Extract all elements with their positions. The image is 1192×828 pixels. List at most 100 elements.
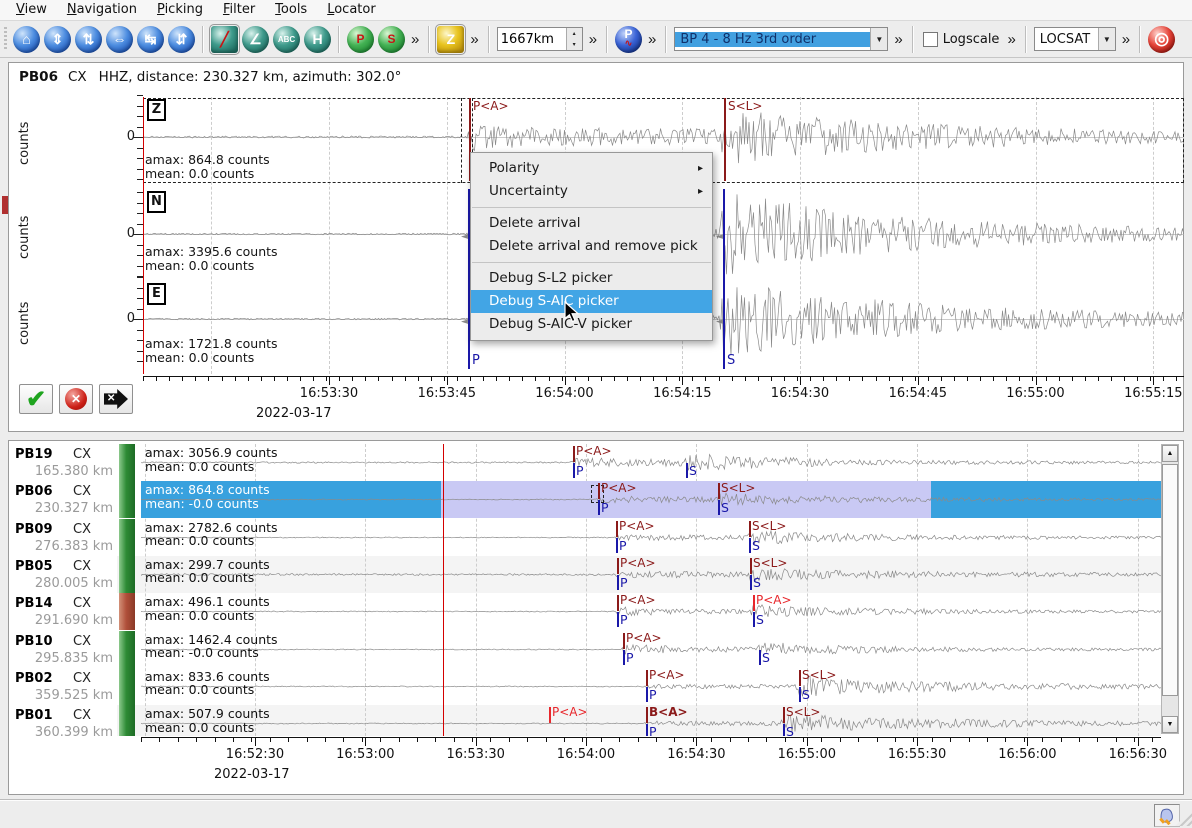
fit-horizontal-icon[interactable]: ⇔ [106, 26, 133, 53]
menu-item-uncertainty[interactable]: Uncertainty▸ [471, 180, 712, 203]
trace-zone[interactable]: amax: 1462.4 countsmean: -0.0 counts P<A… [141, 631, 1161, 668]
accept-pick-button[interactable]: ✔ [19, 384, 53, 414]
pick-line[interactable] [718, 483, 720, 499]
time-window-icon[interactable]: H [304, 26, 331, 53]
arrival-line[interactable] [616, 538, 618, 553]
menu-item-debug-s-aic-v-picker[interactable]: Debug S-AIC-V picker [471, 313, 712, 336]
home-icon[interactable]: ⌂ [13, 26, 40, 53]
spin-up-icon[interactable]: ▴ [567, 28, 582, 39]
filter-dropdown-arrow-icon[interactable]: ▼ [870, 28, 887, 50]
arrival-line[interactable] [750, 575, 752, 590]
pick-line[interactable] [749, 521, 751, 537]
pick-line[interactable] [549, 707, 551, 723]
pick-s-line[interactable] [724, 98, 726, 181]
arrival-line[interactable] [799, 687, 801, 702]
arrival-line[interactable] [686, 463, 688, 478]
angle-icon[interactable]: ∠ [242, 26, 269, 53]
arrival-line[interactable] [718, 500, 720, 515]
arrival-line[interactable] [617, 612, 619, 627]
pick-line[interactable] [617, 558, 619, 574]
menu-item-polarity[interactable]: Polarity▸ [471, 157, 712, 180]
arrival-line[interactable] [759, 650, 761, 665]
menu-locator[interactable]: Locator [317, 1, 385, 19]
station-row-pb05[interactable]: PB05CX 280.005 km amax: 299.7 countsmean… [9, 556, 1161, 593]
pick-line[interactable] [623, 633, 625, 649]
scroll-up-icon[interactable]: ▲ [1162, 445, 1178, 462]
collapse-horizontal-icon[interactable]: ↹ [137, 26, 164, 53]
component-badge-e[interactable]: E [147, 283, 166, 305]
toolbar-overflow-chevron[interactable]: » [1005, 32, 1017, 47]
arrival-s-line[interactable] [723, 189, 725, 369]
menu-picking[interactable]: Picking [147, 1, 213, 19]
arrival-line[interactable] [749, 538, 751, 553]
menu-filter[interactable]: Filter [213, 1, 265, 19]
zoom-window-edge[interactable] [461, 98, 462, 183]
pick-line[interactable] [598, 483, 600, 499]
station-row-pb06-selected[interactable]: PB06CX 230.327 km amax: 864.8 countsmean… [9, 481, 1161, 518]
arrival-line[interactable] [646, 687, 648, 702]
relocate-icon[interactable]: ◎ [1148, 26, 1175, 53]
toolbar-overflow-chevron[interactable]: » [892, 32, 904, 47]
pick-line[interactable] [573, 446, 575, 462]
skip-trace-button[interactable]: ✕ [99, 384, 133, 414]
pick-line[interactable] [617, 595, 619, 611]
trace-zone[interactable]: amax: 833.6 countsmean: 0.0 counts P<A>P… [141, 668, 1161, 705]
spin-down-icon[interactable]: ▾ [567, 39, 582, 50]
station-row-pb02[interactable]: PB02CX 359.525 km amax: 833.6 countsmean… [9, 668, 1161, 705]
arrival-line[interactable] [617, 575, 619, 590]
station-row-pb14[interactable]: PB14CX 291.690 km amax: 496.1 countsmean… [9, 593, 1161, 630]
trace-zone[interactable]: amax: 864.8 countsmean: -0.0 counts P<A>… [141, 481, 1161, 518]
arrival-line[interactable] [646, 724, 648, 736]
component-z-button[interactable]: Z [437, 26, 464, 53]
ruler-icon[interactable]: ╱ [211, 26, 238, 53]
component-badge-z[interactable]: Z [147, 99, 166, 121]
scrollbar-thumb[interactable] [1162, 464, 1178, 696]
distance-input[interactable] [498, 32, 566, 47]
abc-label-icon[interactable]: ABC [273, 26, 300, 53]
reject-pick-button[interactable]: ✕ [59, 384, 93, 414]
p-wave-picker-icon[interactable]: P ∿ [615, 26, 642, 53]
station-row-pb09[interactable]: PB09CX 276.383 km amax: 2782.6 countsmea… [9, 519, 1161, 556]
locator-combobox[interactable]: LOCSAT ▼ [1034, 27, 1116, 51]
station-row-pb19[interactable]: PB19CX 165.380 km amax: 3056.9 countsmea… [9, 444, 1161, 481]
station-row-pb01[interactable]: PB01CX 360.399 km amax: 507.9 countsmean… [9, 705, 1161, 736]
menu-item-delete-arrival-remove-pick[interactable]: Delete arrival and remove pick [471, 235, 712, 258]
collapse-vertical-icon[interactable]: ⇅ [75, 26, 102, 53]
toolbar-handle[interactable] [4, 27, 7, 51]
station-row-pb10[interactable]: PB10CX 295.835 km amax: 1462.4 countsmea… [9, 631, 1161, 668]
menu-item-delete-arrival[interactable]: Delete arrival [471, 212, 712, 235]
fit-vertical-icon[interactable]: ⇕ [44, 26, 71, 53]
menu-view[interactable]: View [6, 1, 57, 19]
scroll-down-icon[interactable]: ▼ [1162, 716, 1178, 733]
pick-line[interactable] [799, 670, 801, 686]
logscale-checkbox[interactable] [923, 32, 938, 47]
menu-tools[interactable]: Tools [265, 1, 317, 19]
trace-zone[interactable]: amax: 496.1 countsmean: 0.0 counts P<A>P… [141, 593, 1161, 630]
menu-item-debug-s-aic-picker[interactable]: Debug S-AIC picker [471, 290, 712, 313]
pick-line[interactable] [753, 595, 755, 611]
filter-combobox[interactable]: BP 4 - 8 Hz 3rd order ▼ [674, 27, 888, 51]
trace-zone[interactable]: amax: 299.7 countsmean: 0.0 counts P<A>P… [141, 556, 1161, 593]
arrival-line[interactable] [573, 463, 575, 478]
trace-zone[interactable]: amax: 507.9 countsmean: 0.0 counts P<A>B… [141, 705, 1161, 736]
pick-line[interactable] [783, 707, 785, 723]
pick-s-button[interactable]: S [378, 26, 405, 53]
toolbar-overflow-chevron[interactable]: » [1120, 32, 1132, 47]
trace-zone[interactable]: amax: 2782.6 countsmean: 0.0 counts P<A>… [141, 519, 1161, 556]
pick-line[interactable] [616, 521, 618, 537]
arrival-line[interactable] [753, 612, 755, 627]
toolbar-overflow-chevron[interactable]: » [646, 32, 658, 47]
normalize-amplitudes-icon[interactable]: ⇵ [168, 26, 195, 53]
menu-navigation[interactable]: Navigation [57, 1, 147, 19]
arrival-line[interactable] [623, 650, 625, 665]
arrival-line[interactable] [783, 724, 785, 736]
pick-line[interactable] [646, 670, 648, 686]
menu-item-debug-s-l2-picker[interactable]: Debug S-L2 picker [471, 267, 712, 290]
toolbar-overflow-chevron[interactable]: » [468, 32, 480, 47]
locator-dropdown-arrow-icon[interactable]: ▼ [1098, 28, 1115, 50]
pick-p-button[interactable]: P [347, 26, 374, 53]
pick-line[interactable] [750, 558, 752, 574]
arrival-line[interactable] [598, 500, 600, 515]
trace-zone[interactable]: amax: 3056.9 countsmean: 0.0 counts P<A>… [141, 444, 1161, 481]
toolbar-overflow-chevron[interactable]: » [587, 32, 599, 47]
